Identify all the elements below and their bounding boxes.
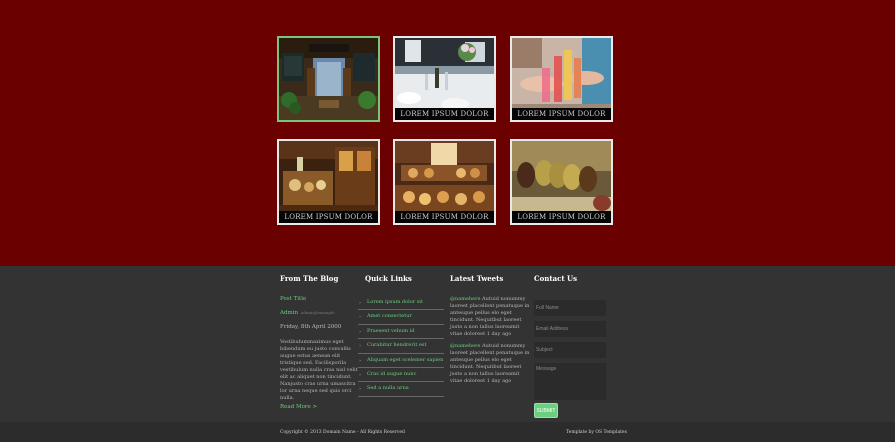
chevron-right-icon: ›	[359, 371, 361, 378]
quick-link-label[interactable]: Curabitur hendrerit est	[367, 342, 427, 348]
quick-link-item[interactable]: › Cras id augue nunc	[358, 368, 444, 383]
gallery-item-cocktails[interactable]: LOREM IPSUM DOLOR	[510, 36, 613, 122]
tweet-handle-link[interactable]: @namehere	[450, 296, 480, 302]
quick-link-label[interactable]: Aliquam eget scelemer sapien	[367, 357, 443, 363]
quick-link-item[interactable]: › Sed a nulla urna	[358, 382, 444, 397]
copyright-bar	[0, 422, 895, 442]
chevron-right-icon: ›	[359, 314, 361, 321]
chevron-right-icon: ›	[359, 357, 361, 364]
gallery-caption: LOREM IPSUM DOLOR	[279, 211, 378, 223]
gallery-item-dining-table[interactable]: LOREM IPSUM DOLOR	[393, 36, 496, 122]
gallery-caption: LOREM IPSUM DOLOR	[512, 211, 611, 223]
gallery-item-macarons[interactable]: LOREM IPSUM DOLOR	[510, 139, 613, 225]
post-date: Friday, 8th April 2000	[280, 324, 342, 330]
gallery-item-bakery-counter[interactable]: LOREM IPSUM DOLOR	[277, 139, 380, 225]
tweet-item: @namehere Autuid nonummy laoreet placell…	[450, 343, 532, 385]
submit-button[interactable]: SUBMIT	[534, 403, 558, 418]
tweet-item: @namehere Autuid nonummy laoreet placell…	[450, 296, 532, 338]
gallery-caption: LOREM IPSUM DOLOR	[512, 108, 611, 120]
tweet-handle-link[interactable]: @namehere	[450, 343, 480, 349]
tweet-time: 1 day ago	[486, 331, 512, 337]
chevron-right-icon: ›	[359, 343, 361, 350]
site-footer	[0, 266, 895, 422]
post-author: Admin admin@example	[280, 310, 335, 316]
author-link[interactable]: Admin	[280, 310, 298, 316]
gallery-caption: LOREM IPSUM DOLOR	[395, 211, 494, 223]
chevron-right-icon: ›	[359, 328, 361, 335]
gallery-item-bakery-shelves[interactable]: LOREM IPSUM DOLOR	[393, 139, 496, 225]
message-field[interactable]	[534, 363, 606, 400]
quick-link-item[interactable]: › Aliquam eget scelemer sapien	[358, 354, 444, 368]
quick-link-label[interactable]: Amet consectetur	[367, 313, 412, 319]
quick-link-item[interactable]: › Lorem ipsum dolor sit	[358, 296, 444, 311]
gallery-item-restaurant-interior[interactable]	[277, 36, 380, 122]
quick-link-label[interactable]: Praesent vehum id	[367, 328, 414, 334]
tweet-time: 1 day ago	[486, 378, 512, 384]
tweets-heading: Latest Tweets	[450, 274, 504, 283]
quick-link-label[interactable]: Cras id augue nunc	[367, 371, 416, 377]
quick-link-label[interactable]: Sed a nulla urna	[367, 385, 409, 391]
chevron-right-icon: ›	[359, 386, 361, 393]
read-more-link[interactable]: Read More >	[280, 404, 317, 410]
post-excerpt: Vestibulummaximus eget bibendum eu justo…	[280, 339, 358, 401]
quick-link-item[interactable]: › Praesent vehum id	[358, 325, 444, 340]
full-name-field[interactable]	[534, 300, 606, 316]
post-title-link[interactable]: Post Title	[280, 296, 306, 302]
contact-heading: Contact Us	[534, 274, 578, 283]
email-field[interactable]	[534, 321, 606, 337]
copyright-text: Copyright © 2013 Domain Name - All Right…	[280, 430, 405, 435]
chevron-right-icon: ›	[359, 300, 361, 306]
blog-heading: From The Blog	[280, 274, 339, 283]
quick-link-item[interactable]: › Curabitur hendrerit est	[358, 339, 444, 354]
gallery-caption: LOREM IPSUM DOLOR	[395, 108, 494, 120]
quick-link-item[interactable]: › Amet consectetur	[358, 310, 444, 325]
author-email: admin@example	[301, 310, 335, 315]
template-credit-link[interactable]: Template by OS Templates	[566, 430, 627, 435]
restaurant-interior-image	[279, 38, 378, 120]
subject-field[interactable]	[534, 342, 606, 358]
quick-link-label[interactable]: Lorem ipsum dolor sit	[367, 299, 423, 305]
quick-links-list: › Lorem ipsum dolor sit › Amet consectetur…	[358, 296, 444, 397]
quick-links-heading: Quick Links	[365, 274, 412, 283]
